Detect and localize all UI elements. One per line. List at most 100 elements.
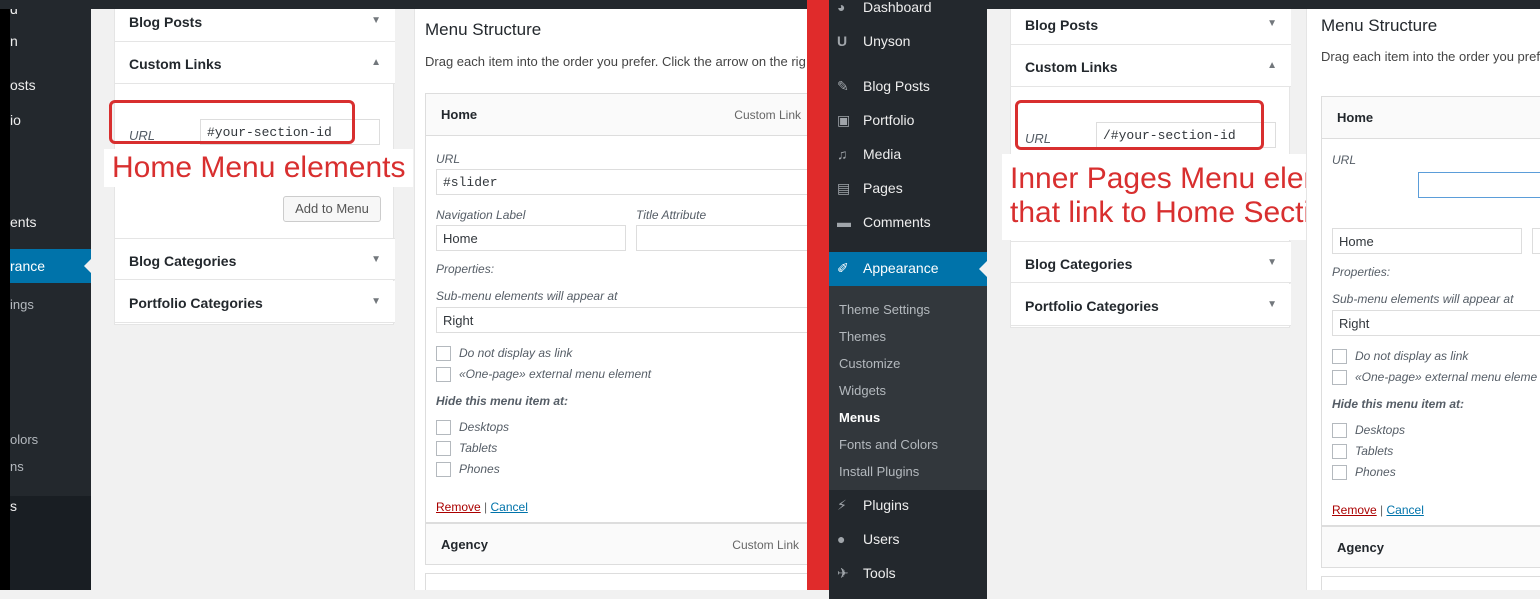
menu-structure-panel: Menu Structure Drag each item into the o… xyxy=(414,9,807,590)
accordion-blog-posts[interactable]: Blog Posts ▼ xyxy=(1011,9,1291,45)
menu-structure-title: Menu Structure xyxy=(425,20,542,39)
accordion-custom-links[interactable]: Custom Links ▲ xyxy=(115,42,395,84)
sidebar-fragment-posts[interactable]: osts xyxy=(10,77,36,93)
right-content: Blog Posts ▼ Custom Links ▲ URL /#your-s… xyxy=(987,9,1540,590)
sidebar-item-pages[interactable]: ▤ Pages xyxy=(829,172,987,206)
url-label: URL xyxy=(436,152,461,166)
sidebar-item-unyson-label: Unyson xyxy=(863,33,911,49)
title-attribute-input[interactable] xyxy=(1532,228,1540,254)
sidebar-item-dashboard[interactable]: ◕ Dashboard xyxy=(829,0,987,25)
caret-down-icon: ▼ xyxy=(1267,299,1277,310)
menu-item-next[interactable] xyxy=(1321,576,1540,590)
accordion-blog-posts-label: Blog Posts xyxy=(129,14,203,30)
cancel-link[interactable]: Cancel xyxy=(1387,503,1424,517)
submenu-widgets[interactable]: Widgets xyxy=(829,377,987,404)
menu-structure-subtitle: Drag each item into the order you prefer… xyxy=(425,54,806,69)
sidebar-fragment-plugins-main[interactable]: s xyxy=(10,498,17,514)
submenu-label: Sub-menu elements will appear at xyxy=(1332,292,1514,306)
sidebar-item-media[interactable]: ♫ Media xyxy=(829,138,987,172)
sidebar-item-portfolio[interactable]: ▣ Portfolio xyxy=(829,104,987,138)
submenu-fonts-colors[interactable]: Fonts and Colors xyxy=(829,431,987,458)
accordion-blog-categories[interactable]: Blog Categories ▼ xyxy=(115,238,395,280)
accordion-blog-categories[interactable]: Blog Categories ▼ xyxy=(1011,241,1291,283)
sidebar-item-portfolio-label: Portfolio xyxy=(863,112,915,128)
accordion-portfolio-categories[interactable]: Portfolio Categories ▼ xyxy=(115,281,395,323)
caret-down-icon: ▼ xyxy=(371,296,381,307)
sidebar-fragment-dashboard[interactable]: d xyxy=(10,9,18,17)
submenu-themes[interactable]: Themes xyxy=(829,323,987,350)
sidebar-fragment-settings[interactable]: ings xyxy=(10,297,34,312)
menu-item-url-input[interactable] xyxy=(1418,172,1540,198)
caret-up-icon: ▲ xyxy=(1267,60,1277,71)
add-to-menu-button[interactable]: Add to Menu xyxy=(283,196,381,222)
sidebar-fragment-portfolio[interactable]: io xyxy=(10,112,21,128)
url-label: URL xyxy=(1332,153,1357,167)
checkbox-onepage[interactable] xyxy=(436,367,451,382)
menu-item-home-header[interactable]: Home xyxy=(1322,97,1540,139)
menu-structure-title: Menu Structure xyxy=(1321,16,1438,35)
sidebar-item-tools[interactable]: ✈ Tools xyxy=(829,557,987,591)
sidebar-fragment-plugins[interactable]: ns xyxy=(10,459,24,474)
sidebar-item-plugins-label: Plugins xyxy=(863,497,909,513)
accordion-custom-links-label: Custom Links xyxy=(129,56,222,72)
wrench-icon: ✈ xyxy=(837,565,849,581)
sidebar-fragment-appearance[interactable]: rance xyxy=(10,249,92,283)
checkbox-tablets[interactable] xyxy=(436,441,451,456)
menu-item-home-title: Home xyxy=(441,107,478,122)
checkbox-phones[interactable] xyxy=(436,462,451,477)
submenu-position-select[interactable]: Right xyxy=(1332,310,1540,336)
checkbox-no-link[interactable] xyxy=(436,346,451,361)
checkbox-onepage-label: «One-page» external menu element xyxy=(459,367,652,381)
properties-label: Properties: xyxy=(1332,265,1391,279)
checkbox-desktops[interactable] xyxy=(436,420,451,435)
menu-item-agency[interactable]: Agency Custom Link xyxy=(425,523,807,565)
checkbox-onepage[interactable] xyxy=(1332,370,1347,385)
checkbox-phones[interactable] xyxy=(1332,465,1347,480)
sidebar-item-blog-posts[interactable]: ✎ Blog Posts xyxy=(829,70,987,104)
media-icon: ♫ xyxy=(837,146,848,162)
title-attribute-input[interactable] xyxy=(636,225,807,251)
accordion-custom-links[interactable]: Custom Links ▲ xyxy=(1011,45,1291,87)
menu-item-url-input[interactable]: #slider xyxy=(436,169,807,195)
sidebar-item-unyson[interactable]: U Unyson xyxy=(829,25,987,59)
checkbox-no-link[interactable] xyxy=(1332,349,1347,364)
submenu-install-plugins[interactable]: Install Plugins xyxy=(829,458,987,485)
portfolio-icon: ▣ xyxy=(837,112,851,128)
sidebar-item-appearance[interactable]: ✐ Appearance xyxy=(829,252,987,286)
checkbox-onepage-label: «One-page» external menu eleme xyxy=(1355,370,1538,384)
submenu-theme-settings[interactable]: Theme Settings xyxy=(829,296,987,323)
accordion-blog-categories-label: Blog Categories xyxy=(1025,256,1133,272)
plugins-icon: ⚡ xyxy=(837,497,847,513)
sidebar-fragment-comments[interactable]: ents xyxy=(10,214,36,230)
checkbox-tablets[interactable] xyxy=(1332,444,1347,459)
checkbox-tablets-label: Tablets xyxy=(459,441,498,455)
accordion-blog-categories-label: Blog Categories xyxy=(129,253,237,269)
annotation-home-menu: Home Menu elements xyxy=(104,149,414,187)
checkbox-desktops[interactable] xyxy=(1332,423,1347,438)
menu-item-next[interactable] xyxy=(425,573,807,590)
accordion-portfolio-categories-label: Portfolio Categories xyxy=(1025,298,1159,314)
sidebar-fragment-colors[interactable]: olors xyxy=(10,432,38,447)
submenu-menus[interactable]: Menus xyxy=(829,404,987,431)
highlight-box-url xyxy=(109,100,355,144)
accordion-blog-posts[interactable]: Blog Posts ▼ xyxy=(115,9,395,42)
checkbox-no-link-label: Do not display as link xyxy=(459,346,573,360)
sidebar-item-comments[interactable]: ▬ Comments xyxy=(829,206,987,240)
submenu-customize[interactable]: Customize xyxy=(829,350,987,377)
navigation-label-input[interactable]: Home xyxy=(436,225,626,251)
cancel-link[interactable]: Cancel xyxy=(491,500,528,514)
navigation-label-input[interactable]: Home xyxy=(1332,228,1522,254)
accordion-portfolio-categories[interactable]: Portfolio Categories ▼ xyxy=(1011,284,1291,326)
menu-item-agency-title: Agency xyxy=(441,537,488,552)
remove-link[interactable]: Remove xyxy=(1332,503,1377,517)
sidebar-fragment[interactable]: n xyxy=(10,33,18,49)
pin-icon: ✎ xyxy=(837,78,849,94)
sidebar-item-users[interactable]: ● Users xyxy=(829,523,987,557)
remove-link[interactable]: Remove xyxy=(436,500,481,514)
navigation-label-label: Navigation Label xyxy=(436,208,526,222)
menu-item-agency[interactable]: Agency xyxy=(1321,526,1540,568)
sidebar-item-plugins[interactable]: ⚡ Plugins xyxy=(829,489,987,523)
menu-item-home-header[interactable]: Home Custom Link xyxy=(426,94,807,136)
menu-item-agency-title: Agency xyxy=(1337,540,1384,555)
submenu-position-select[interactable]: Right xyxy=(436,307,807,333)
